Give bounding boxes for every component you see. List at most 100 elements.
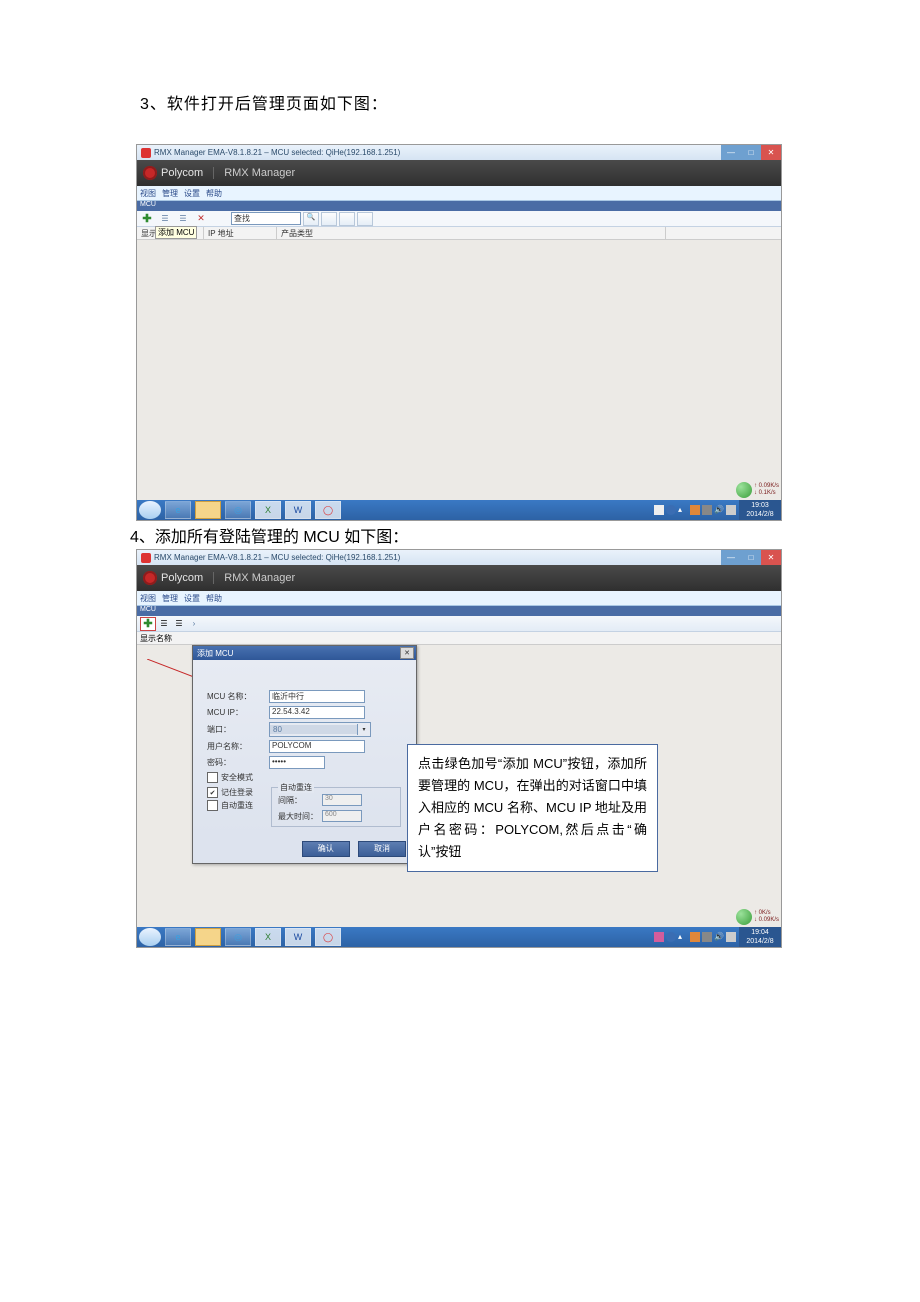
tray-misc-icon[interactable] xyxy=(702,932,712,942)
label-secure-mode: 安全模式 xyxy=(221,772,253,783)
add-mcu-tooltip: 添加 MCU xyxy=(155,226,197,239)
toolbar-button-2[interactable]: ☰ xyxy=(175,211,191,226)
tray-chevron-icon[interactable]: ▴ xyxy=(678,505,688,515)
tray-pic-icon[interactable] xyxy=(654,932,664,942)
toolbar-delete-button[interactable]: ✕ xyxy=(193,211,209,226)
column-headers: 显示 IP 地址 产品类型 xyxy=(137,227,781,240)
empty-list-area: ↑ 0.09K/s ↓ 0.1K/s xyxy=(137,240,781,500)
menu-settings[interactable]: 设置 xyxy=(184,593,200,604)
tray-chevron-icon[interactable]: ▴ xyxy=(678,932,688,942)
net-down: 0.09K/s xyxy=(759,917,779,923)
menu-bar: 视图 管理 设置 帮助 xyxy=(137,186,781,201)
task-ie-icon[interactable]: e xyxy=(165,928,191,946)
maximize-button[interactable]: □ xyxy=(741,145,761,160)
close-button[interactable]: ✕ xyxy=(761,550,781,565)
task-explorer-icon[interactable] xyxy=(195,501,221,519)
minimize-button[interactable]: — xyxy=(721,145,741,160)
tray-battery-icon[interactable] xyxy=(726,932,736,942)
window-titlebar: RMX Manager EMA-V8.1.8.21 – MCU selected… xyxy=(137,550,781,565)
tray-icons[interactable]: ▴ 🔊 xyxy=(654,932,736,942)
window-title: RMX Manager EMA-V8.1.8.21 – MCU selected… xyxy=(154,148,400,157)
dialog-title-text: 添加 MCU xyxy=(197,648,233,659)
windows-taskbar: e ◎ X W ◯ ▴ 🔊 19:03 2014/2/8 xyxy=(137,500,781,520)
view-button-b[interactable] xyxy=(339,212,355,226)
menu-manage[interactable]: 管理 xyxy=(162,188,178,199)
view-button-a[interactable] xyxy=(321,212,337,226)
menu-view[interactable]: 视图 xyxy=(140,188,156,199)
checkbox-secure-mode[interactable] xyxy=(207,772,218,783)
menu-help[interactable]: 帮助 xyxy=(206,188,222,199)
task-app-icon[interactable]: ◯ xyxy=(315,928,341,946)
checkbox-remember[interactable]: ✔ xyxy=(207,787,218,798)
menu-view[interactable]: 视图 xyxy=(140,593,156,604)
input-username[interactable]: POLYCOM xyxy=(269,740,365,753)
dialog-close-button[interactable]: ✕ xyxy=(400,647,414,659)
close-button[interactable]: ✕ xyxy=(761,145,781,160)
tray-volume-icon[interactable]: 🔊 xyxy=(714,932,724,942)
input-maxtime[interactable]: 600 xyxy=(322,810,362,822)
caption-step4: 4、添加所有登陆管理的 MCU 如下图： xyxy=(130,523,920,547)
task-word-icon[interactable]: W xyxy=(285,501,311,519)
cancel-button[interactable]: 取消 xyxy=(358,841,406,857)
network-status-icon xyxy=(736,909,752,925)
task-word-icon[interactable]: W xyxy=(285,928,311,946)
task-explorer-icon[interactable] xyxy=(195,928,221,946)
start-button[interactable] xyxy=(139,928,161,946)
minimize-button[interactable]: — xyxy=(721,550,741,565)
clock-time: 19:03 xyxy=(741,501,779,510)
menu-manage[interactable]: 管理 xyxy=(162,593,178,604)
toolbar-button-1[interactable]: ☰ xyxy=(157,618,171,630)
tray-volume-icon[interactable]: 🔊 xyxy=(714,505,724,515)
col-ip[interactable]: IP 地址 xyxy=(204,227,277,239)
label-interval: 间隔： xyxy=(278,795,322,806)
tray-help-icon[interactable] xyxy=(666,505,676,515)
tray-battery-icon[interactable] xyxy=(726,505,736,515)
input-mcu-name[interactable]: 临沂中行 xyxy=(269,690,365,703)
search-input[interactable]: 查找 xyxy=(231,212,301,225)
ok-button[interactable]: 确认 xyxy=(302,841,350,857)
label-maxtime: 最大时间： xyxy=(278,811,322,822)
task-ie-icon[interactable]: e xyxy=(165,501,191,519)
clock-time: 19:04 xyxy=(741,928,779,937)
menu-help[interactable]: 帮助 xyxy=(206,593,222,604)
task-excel-icon[interactable]: X xyxy=(255,928,281,946)
label-port: 端口： xyxy=(203,724,269,735)
taskbar-clock[interactable]: 19:03 2014/2/8 xyxy=(739,500,781,520)
toolbar-button-2[interactable]: ☰ xyxy=(172,618,186,630)
menu-settings[interactable]: 设置 xyxy=(184,188,200,199)
add-mcu-button[interactable]: ✚ xyxy=(140,617,156,631)
toolbar-arrow[interactable]: › xyxy=(187,618,201,630)
input-mcu-ip[interactable]: 22.54.3.42 xyxy=(269,706,365,719)
search-icon[interactable]: 🔍 xyxy=(303,212,319,226)
clock-date: 2014/2/8 xyxy=(741,510,779,519)
taskbar-clock[interactable]: 19:04 2014/2/8 xyxy=(739,927,781,947)
checkbox-autoreconn[interactable] xyxy=(207,800,218,811)
tray-icons[interactable]: ▴ 🔊 xyxy=(654,505,736,515)
input-password[interactable]: ••••• xyxy=(269,756,325,769)
col-type[interactable]: 产品类型 xyxy=(277,227,666,239)
input-interval[interactable]: 30 xyxy=(322,794,362,806)
view-button-c[interactable] xyxy=(357,212,373,226)
screenshot-2: RMX Manager EMA-V8.1.8.21 – MCU selected… xyxy=(136,549,782,948)
start-button[interactable] xyxy=(139,501,161,519)
caption-step3: 3、软件打开后管理页面如下图： xyxy=(140,90,920,114)
task-excel-icon[interactable]: X xyxy=(255,501,281,519)
add-mcu-button[interactable]: ✚ xyxy=(139,211,155,226)
task-folder-icon[interactable]: ◎ xyxy=(225,501,251,519)
app-header: Polycom RMX Manager xyxy=(137,565,781,591)
tray-help-icon[interactable] xyxy=(666,932,676,942)
col-display-name[interactable]: 显示名称 xyxy=(140,633,172,644)
maximize-button[interactable]: □ xyxy=(741,550,761,565)
tray-flag-icon[interactable] xyxy=(654,505,664,515)
task-app-icon[interactable]: ◯ xyxy=(315,501,341,519)
app-icon xyxy=(141,553,151,563)
toolbar-button-1[interactable]: ☰ xyxy=(157,211,173,226)
brand-subtitle: RMX Manager xyxy=(213,167,295,179)
task-folder-icon[interactable]: ◎ xyxy=(225,928,251,946)
tray-shield-icon[interactable] xyxy=(690,505,700,515)
instruction-callout: 点击绿色加号“添加 MCU”按钮，添加所要管理的 MCU，在弹出的对话窗口中填入… xyxy=(407,744,658,872)
tray-misc-icon[interactable] xyxy=(702,505,712,515)
network-status-icon xyxy=(736,482,752,498)
tray-shield-icon[interactable] xyxy=(690,932,700,942)
select-port[interactable]: 80 ▾ xyxy=(269,722,371,737)
